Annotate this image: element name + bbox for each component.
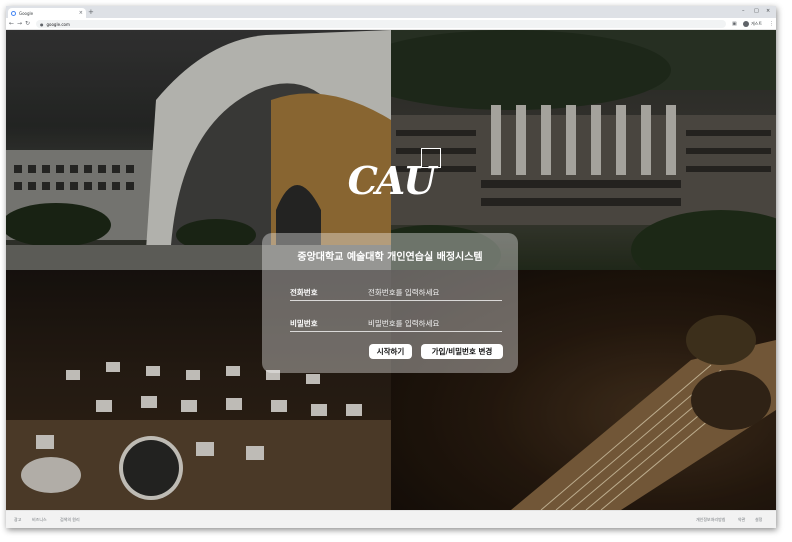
back-icon[interactable]: ←: [9, 20, 14, 28]
footer-link-business[interactable]: 비즈니스: [32, 517, 47, 523]
footer-link-settings[interactable]: 설정: [755, 517, 762, 523]
system-title: 중앙대학교 예술대학 개인연습실 배정시스템: [297, 252, 483, 263]
browser-toolbar: ← → ↻ ● google.com ▣ 게스트 ⋮: [6, 18, 776, 30]
maximize-icon[interactable]: □: [754, 7, 759, 15]
start-button[interactable]: 시작하기: [369, 344, 412, 359]
profile-avatar-icon[interactable]: [743, 21, 749, 27]
reload-icon[interactable]: ↻: [25, 20, 30, 28]
browser-tab[interactable]: Google ×: [8, 8, 86, 18]
page-content: CAU 중앙대학교 예술대학 개인연습실 배정시스템 전화번호 비밀번호 시작하…: [6, 30, 776, 510]
page-footer: 광고 비즈니스 검색의 원리 개인정보처리방침 약관 설정: [6, 510, 776, 528]
window-close-icon[interactable]: ×: [766, 7, 770, 15]
footer-link-how-search-works[interactable]: 검색의 원리: [60, 517, 80, 523]
tab-strip: Google × + – □ ×: [6, 6, 776, 18]
register-button[interactable]: 가입/비밀번호 변경: [421, 344, 503, 359]
forward-icon[interactable]: →: [17, 20, 22, 28]
footer-link-ads[interactable]: 광고: [14, 517, 21, 523]
password-field: 비밀번호: [290, 316, 502, 332]
tab-close-icon[interactable]: ×: [79, 10, 83, 16]
profile-name[interactable]: 게스트: [751, 21, 762, 27]
footer-link-privacy[interactable]: 개인정보처리방침: [696, 517, 725, 523]
address-bar[interactable]: ● google.com: [36, 20, 726, 28]
phone-input[interactable]: [368, 285, 498, 299]
new-tab-button[interactable]: +: [88, 8, 94, 16]
password-input[interactable]: [368, 316, 498, 330]
footer-link-terms[interactable]: 약관: [738, 517, 745, 523]
login-card: 중앙대학교 예술대학 개인연습실 배정시스템 전화번호 비밀번호 시작하기 가입…: [262, 233, 518, 373]
url-text: google.com: [46, 21, 70, 27]
google-favicon-icon: [11, 10, 16, 16]
phone-label: 전화번호: [290, 288, 318, 297]
cau-logo: CAU: [336, 148, 446, 208]
extensions-icon[interactable]: ▣: [732, 20, 737, 28]
logo-text: CAU: [347, 158, 437, 203]
minimize-icon[interactable]: –: [742, 7, 745, 15]
browser-menu-icon[interactable]: ⋮: [769, 20, 774, 28]
browser-window: Google × + – □ × ← → ↻ ● google.com ▣ 게스…: [6, 6, 776, 528]
password-label: 비밀번호: [290, 319, 318, 328]
phone-field: 전화번호: [290, 285, 502, 301]
lock-icon: ●: [40, 21, 44, 27]
tab-title: Google: [19, 10, 34, 16]
